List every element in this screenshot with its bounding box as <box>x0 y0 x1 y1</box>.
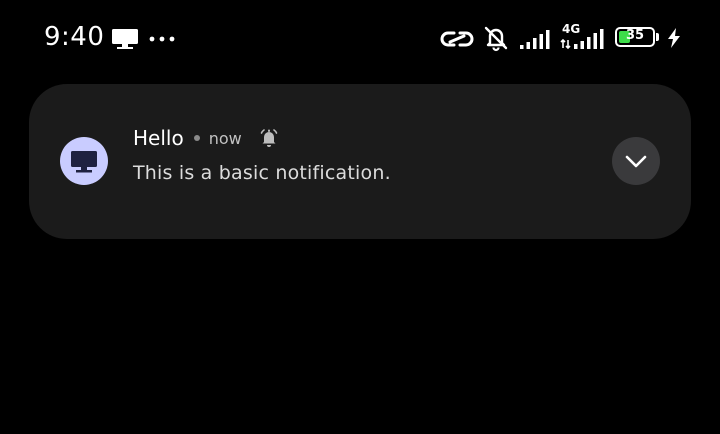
notification-message: This is a basic notification. <box>133 162 391 184</box>
notification-card[interactable]: Hello now This is a basic notification. <box>29 84 691 239</box>
notification-time: now <box>208 128 242 148</box>
signal-icon <box>520 30 550 49</box>
cast-icon <box>112 29 138 49</box>
separator-dot <box>193 135 200 141</box>
app-name: Hello <box>133 126 184 150</box>
bell-ringing-icon <box>260 129 278 147</box>
signal-4g-icon <box>560 29 604 50</box>
link-icon <box>440 31 474 47</box>
bell-off-icon <box>484 26 508 52</box>
app-icon <box>60 137 108 185</box>
notification-header: Hello now <box>133 124 280 152</box>
battery-nub <box>656 33 659 41</box>
chevron-down-icon <box>625 155 647 168</box>
battery-percent: 35 <box>625 28 645 43</box>
expand-button[interactable] <box>612 137 660 185</box>
desktop-icon <box>71 151 97 173</box>
battery-icon: 35 <box>615 27 655 47</box>
status-time: 9:40 <box>44 22 105 52</box>
more-icon <box>149 36 175 42</box>
status-bar: 9:40 4G 35 <box>0 0 720 76</box>
charging-icon <box>668 28 680 48</box>
